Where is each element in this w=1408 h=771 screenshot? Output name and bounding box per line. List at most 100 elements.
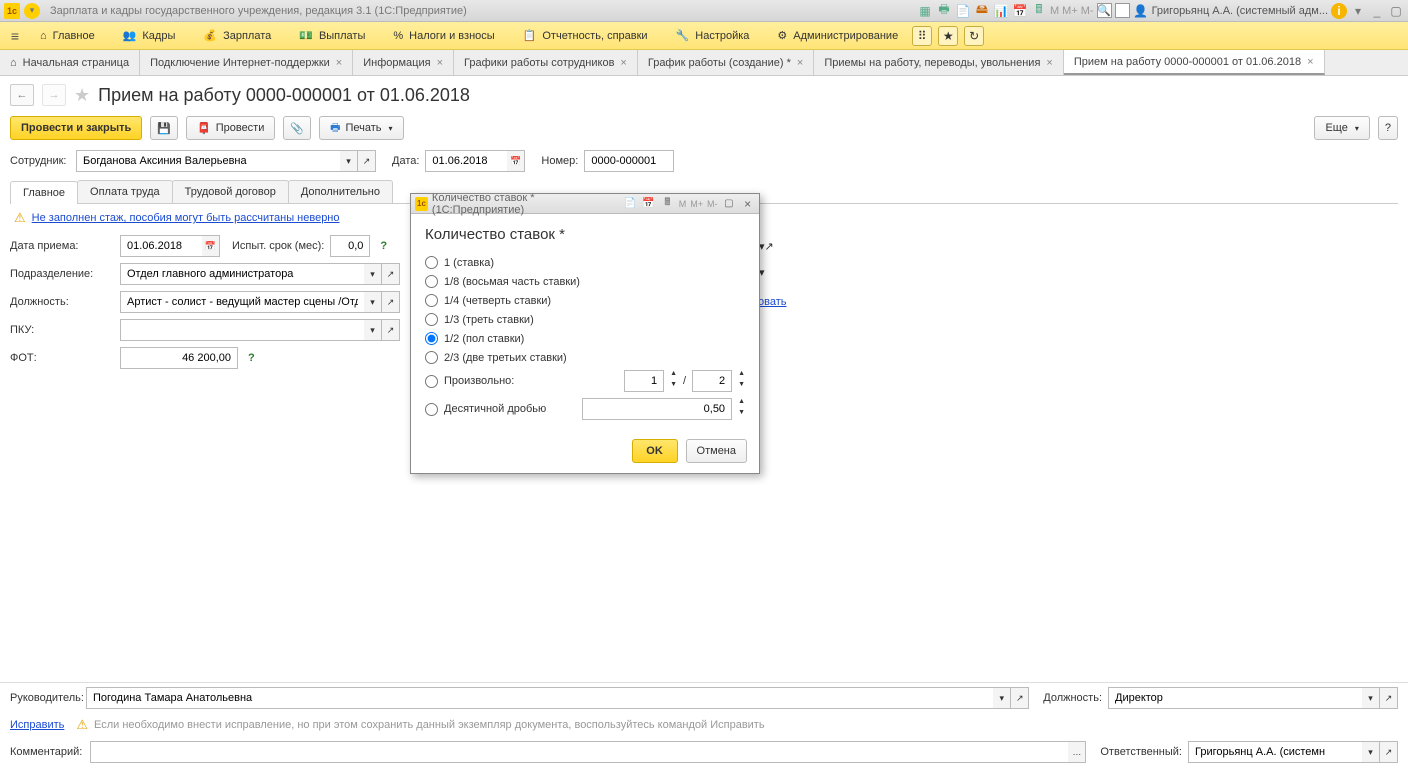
subtab-payment[interactable]: Оплата труда bbox=[77, 180, 173, 203]
open-button[interactable]: ↗ bbox=[382, 319, 400, 341]
calendar-icon[interactable]: 📅 bbox=[1012, 3, 1028, 19]
help-icon[interactable]: ? bbox=[248, 352, 255, 364]
calendar-button[interactable]: 📅 bbox=[202, 235, 220, 257]
close-icon[interactable]: × bbox=[1307, 56, 1313, 68]
rate-option-2-3[interactable]: 2/3 (две третьих ставки) bbox=[425, 348, 745, 367]
memory-m[interactable]: M bbox=[679, 199, 687, 209]
rate-option-1-8[interactable]: 1/8 (восьмая часть ставки) bbox=[425, 272, 745, 291]
rate-option-1-3[interactable]: 1/3 (треть ставки) bbox=[425, 310, 745, 329]
memory-m[interactable]: M bbox=[1050, 5, 1059, 17]
hamburger-icon[interactable]: ≡ bbox=[4, 28, 26, 44]
doctab-hires[interactable]: Приемы на работу, переводы, увольнения× bbox=[814, 50, 1064, 75]
help-button[interactable]: ? bbox=[1378, 116, 1398, 140]
more-button[interactable]: Еще▾ bbox=[1314, 116, 1369, 140]
menu-settings[interactable]: 🔧Настройка bbox=[662, 22, 764, 50]
warning-link[interactable]: Не заполнен стаж, пособия могут быть рас… bbox=[32, 212, 340, 224]
decimal-input[interactable] bbox=[587, 402, 727, 416]
toolbar-icon[interactable]: ▦ bbox=[917, 3, 933, 19]
responsible-input[interactable] bbox=[1193, 745, 1358, 759]
menu-reports[interactable]: 📋Отчетность, справки bbox=[509, 22, 662, 50]
arbitrary-numerator-input[interactable] bbox=[629, 374, 659, 388]
caret-icon[interactable]: ▾ bbox=[1350, 3, 1366, 19]
doctab-support[interactable]: Подключение Интернет-поддержки× bbox=[140, 50, 353, 75]
dropdown-button[interactable]: ▾ bbox=[1362, 741, 1380, 763]
zoom-icon[interactable]: 🔍 bbox=[1097, 3, 1112, 18]
menu-zarplata[interactable]: 💰Зарплата bbox=[189, 22, 285, 50]
rate-option-1-2[interactable]: 1/2 (пол ставки) bbox=[425, 329, 745, 348]
subtab-contract[interactable]: Трудовой договор bbox=[172, 180, 289, 203]
dropdown-button[interactable]: ▾ bbox=[1362, 687, 1380, 709]
doctab-schedule-new[interactable]: График работы (создание) *× bbox=[638, 50, 814, 75]
dropdown-icon[interactable]: ▾ bbox=[24, 3, 40, 19]
doctab-info[interactable]: Информация× bbox=[353, 50, 454, 75]
probation-input[interactable] bbox=[335, 239, 365, 253]
head-position-input[interactable] bbox=[1113, 691, 1358, 705]
save-button[interactable]: 💾 bbox=[150, 116, 178, 140]
calc-icon[interactable]: 🖩 bbox=[1031, 3, 1047, 19]
attach-button[interactable]: 📎 bbox=[283, 116, 311, 140]
close-icon[interactable]: × bbox=[797, 57, 803, 69]
subtab-main[interactable]: Главное bbox=[10, 181, 78, 204]
open-button[interactable]: ↗ bbox=[765, 240, 774, 262]
star-icon[interactable]: ★ bbox=[74, 85, 90, 106]
maximize-icon[interactable]: ▢ bbox=[721, 196, 736, 212]
spinner-down[interactable]: ▼ bbox=[738, 409, 745, 420]
menu-nalogi[interactable]: %Налоги и взносы bbox=[379, 22, 508, 50]
spinner-up[interactable]: ▲ bbox=[670, 370, 677, 381]
ellipsis-button[interactable]: … bbox=[1068, 741, 1086, 763]
print-button[interactable]: 🖶Печать▾ bbox=[319, 116, 403, 140]
arbitrary-denominator-input[interactable] bbox=[697, 374, 727, 388]
menu-vyplaty[interactable]: 💵Выплаты bbox=[285, 22, 379, 50]
subtab-additional[interactable]: Дополнительно bbox=[288, 180, 393, 203]
maximize-icon[interactable]: ▢ bbox=[1388, 3, 1404, 19]
rate-option-1[interactable]: 1 (ставка) bbox=[425, 253, 745, 272]
menu-admin[interactable]: ⚙Администрирование bbox=[763, 22, 912, 50]
memory-mminus[interactable]: M- bbox=[1081, 5, 1094, 17]
favorite-button[interactable]: ★ bbox=[938, 26, 958, 46]
help-icon[interactable]: ? bbox=[380, 240, 387, 252]
dropdown-button[interactable]: ▾ bbox=[364, 319, 382, 341]
close-icon[interactable]: × bbox=[1046, 57, 1052, 69]
memory-mplus[interactable]: M+ bbox=[1062, 5, 1078, 17]
department-input[interactable] bbox=[125, 267, 360, 281]
close-icon[interactable]: × bbox=[336, 57, 342, 69]
back-button[interactable]: ← bbox=[10, 84, 34, 106]
number-input[interactable] bbox=[589, 154, 669, 168]
open-button[interactable]: ↗ bbox=[382, 263, 400, 285]
close-icon[interactable]: × bbox=[437, 57, 443, 69]
date-input[interactable] bbox=[430, 154, 503, 168]
open-button[interactable]: ↗ bbox=[1011, 687, 1029, 709]
doctab-home[interactable]: ⌂Начальная страница bbox=[0, 50, 140, 75]
comment-input[interactable] bbox=[95, 745, 1064, 759]
calc-icon[interactable]: 🖩 bbox=[660, 196, 675, 212]
rate-option-1-4[interactable]: 1/4 (четверть ставки) bbox=[425, 291, 745, 310]
dropdown-button[interactable]: ▾ bbox=[364, 263, 382, 285]
memory-mplus[interactable]: M+ bbox=[690, 199, 703, 209]
fix-link[interactable]: Исправить bbox=[10, 719, 64, 731]
toolbar-icon[interactable]: 📄 bbox=[955, 3, 971, 19]
doctab-hire-doc[interactable]: Прием на работу 0000-000001 от 01.06.201… bbox=[1064, 50, 1325, 75]
head-input[interactable] bbox=[91, 691, 989, 705]
toolbar-icon[interactable]: 📄 bbox=[622, 196, 637, 212]
post-button[interactable]: 📮Провести bbox=[186, 116, 275, 140]
open-button[interactable]: ↗ bbox=[1380, 741, 1398, 763]
open-button[interactable]: ↗ bbox=[358, 150, 376, 172]
menu-kadry[interactable]: 👥Кадры bbox=[109, 22, 190, 50]
close-icon[interactable]: × bbox=[740, 196, 755, 212]
spinner-down[interactable]: ▼ bbox=[738, 381, 745, 392]
dropdown-button[interactable]: ▾ bbox=[340, 150, 358, 172]
forward-button[interactable]: → bbox=[42, 84, 66, 106]
position-input[interactable] bbox=[125, 295, 360, 309]
spinner-down[interactable]: ▼ bbox=[670, 381, 677, 392]
menu-main[interactable]: ⌂Главное bbox=[26, 22, 109, 50]
open-button[interactable]: ↗ bbox=[1380, 687, 1398, 709]
employee-input[interactable] bbox=[81, 154, 336, 168]
close-icon[interactable]: × bbox=[620, 57, 626, 69]
calendar-icon[interactable]: 📅 bbox=[641, 196, 656, 212]
history-button[interactable]: ↻ bbox=[964, 26, 984, 46]
toolbar-icon[interactable]: 📊 bbox=[993, 3, 1009, 19]
info-icon[interactable]: i bbox=[1331, 3, 1347, 19]
toolbar-icon[interactable]: 🖴 bbox=[974, 3, 990, 19]
toolbar-icon[interactable] bbox=[1115, 3, 1130, 18]
rate-option-arbitrary[interactable]: Произвольно: ▲▼ / ▲▼ bbox=[425, 367, 745, 395]
